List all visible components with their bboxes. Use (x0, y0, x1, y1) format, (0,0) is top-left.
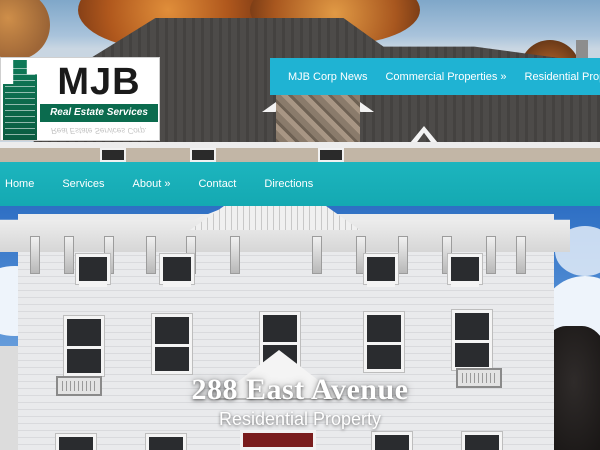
attic-window (364, 254, 398, 287)
nav-link-about[interactable]: About » (133, 178, 171, 190)
nav-link-corp-news[interactable]: MJB Corp News (288, 71, 367, 83)
building-window (364, 312, 404, 372)
cornice-bracket (146, 236, 156, 274)
house-window (318, 148, 344, 162)
building-window (452, 310, 492, 370)
attic-window (448, 254, 482, 287)
site-logo[interactable]: MJB Real Estate Services Corp. Real Esta… (0, 57, 160, 141)
main-nav: Home Services About » Contact Directions (0, 162, 600, 206)
cornice-gable (190, 206, 360, 230)
house-window (190, 148, 216, 162)
house-wall (0, 148, 600, 162)
building-window (56, 434, 96, 450)
cornice-bracket (30, 236, 40, 274)
building-window (146, 434, 186, 450)
logo-tagline: Real Estate Services Corp. (40, 104, 158, 136)
cornice-bracket (486, 236, 496, 274)
building-window (372, 432, 412, 450)
cornice-bracket (230, 236, 240, 274)
logo-mark: MJB (57, 61, 141, 103)
cornice-bracket (64, 236, 74, 274)
house-window (100, 148, 126, 162)
hero-title: 288 East Avenue (191, 373, 409, 406)
autumn-tree (0, 0, 50, 60)
nav-link-services[interactable]: Services (62, 178, 104, 190)
building-window (152, 314, 192, 374)
cornice-bracket (516, 236, 526, 274)
building-window (462, 432, 502, 450)
attic-window (160, 254, 194, 287)
nav-link-residential-properties[interactable]: Residential Properties (525, 71, 600, 83)
building-window (64, 316, 104, 376)
hero-subtitle: Residential Property (218, 409, 382, 429)
nav-link-home[interactable]: Home (5, 178, 34, 190)
nav-link-directions[interactable]: Directions (264, 178, 313, 190)
building-logo-lines (5, 68, 35, 138)
nav-link-contact[interactable]: Contact (198, 178, 236, 190)
logo-reflection: Real Estate Services Corp. (50, 126, 148, 135)
cornice-bracket (398, 236, 408, 274)
nav-link-commercial-properties[interactable]: Commercial Properties » (385, 71, 506, 83)
attic-window (76, 254, 110, 287)
cornice-bracket (312, 236, 322, 274)
front-door (240, 430, 316, 450)
top-nav: MJB Corp News Commercial Properties » Re… (270, 58, 600, 95)
